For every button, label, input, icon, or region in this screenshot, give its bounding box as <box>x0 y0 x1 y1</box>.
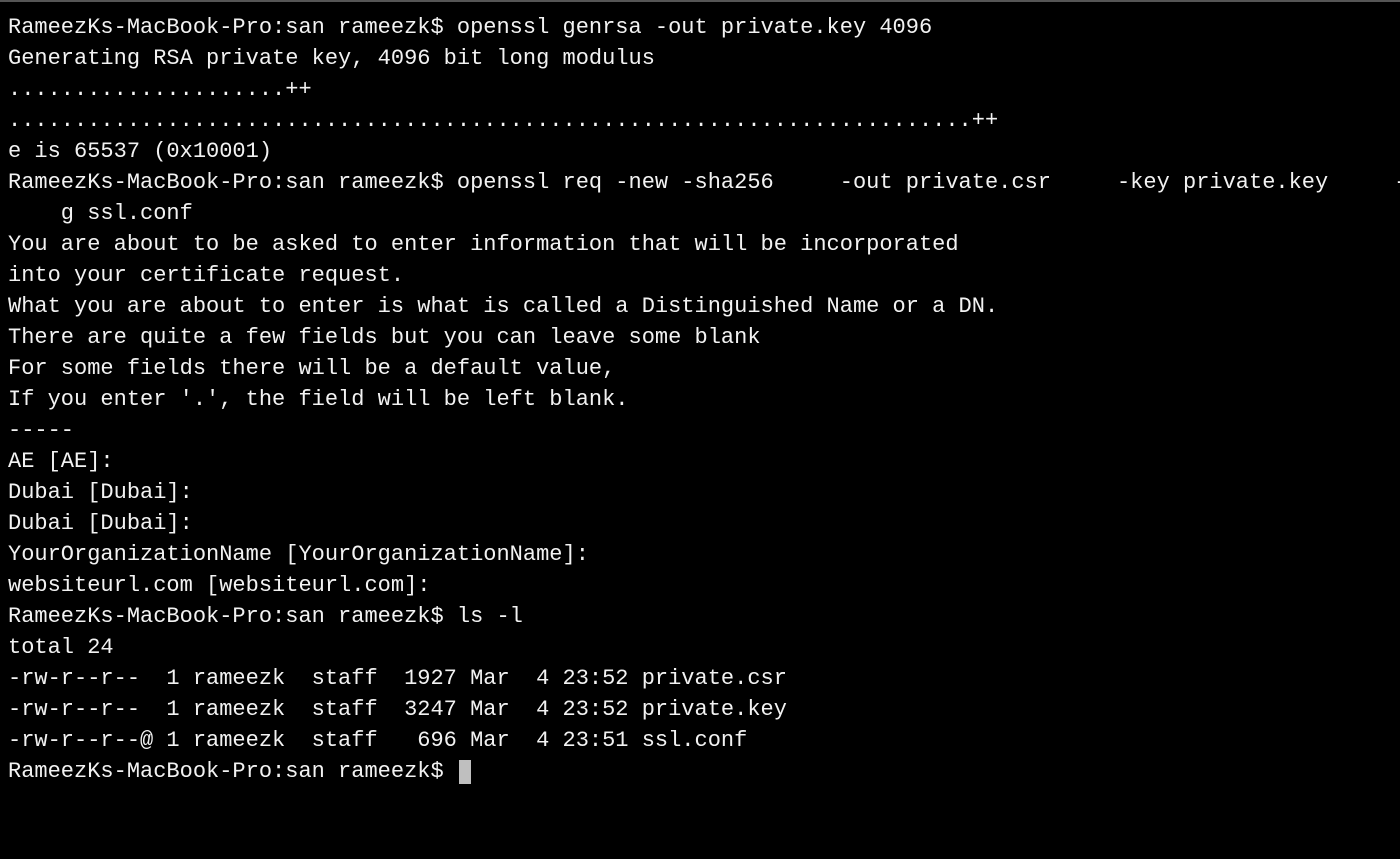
terminal-output-line: total 24 <box>8 632 1392 663</box>
terminal-output-line: There are quite a few fields but you can… <box>8 322 1392 353</box>
terminal-output-line: ----- <box>8 415 1392 446</box>
terminal-output-line: e is 65537 (0x10001) <box>8 136 1392 167</box>
terminal-output-line: -rw-r--r--@ 1 rameezk staff 696 Mar 4 23… <box>8 725 1392 756</box>
terminal-cursor <box>459 760 471 784</box>
terminal-output-line: Dubai [Dubai]: <box>8 477 1392 508</box>
terminal-output-line: If you enter '.', the field will be left… <box>8 384 1392 415</box>
terminal-prompt-line: RameezKs-MacBook-Pro:san rameezk$ openss… <box>8 12 1392 43</box>
terminal-window[interactable]: RameezKs-MacBook-Pro:san rameezk$ openss… <box>0 0 1400 859</box>
terminal-output-line: Generating RSA private key, 4096 bit lon… <box>8 43 1392 74</box>
terminal-output-line: What you are about to enter is what is c… <box>8 291 1392 322</box>
terminal-output-line: websiteurl.com [websiteurl.com]: <box>8 570 1392 601</box>
terminal-output-line: For some fields there will be a default … <box>8 353 1392 384</box>
terminal-output-line: .....................++ <box>8 74 1392 105</box>
terminal-output-line: YourOrganizationName [YourOrganizationNa… <box>8 539 1392 570</box>
terminal-output-line: -rw-r--r-- 1 rameezk staff 1927 Mar 4 23… <box>8 663 1392 694</box>
terminal-output-line: g ssl.conf <box>8 198 1392 229</box>
terminal-output-line: -rw-r--r-- 1 rameezk staff 3247 Mar 4 23… <box>8 694 1392 725</box>
terminal-prompt-line: RameezKs-MacBook-Pro:san rameezk$ ls -l <box>8 601 1392 632</box>
terminal-output-line: You are about to be asked to enter infor… <box>8 229 1392 260</box>
terminal-output-line: ........................................… <box>8 105 1392 136</box>
terminal-prompt-line: RameezKs-MacBook-Pro:san rameezk$ <box>8 756 1392 787</box>
terminal-output-line: into your certificate request. <box>8 260 1392 291</box>
terminal-output-line: AE [AE]: <box>8 446 1392 477</box>
terminal-prompt-line: RameezKs-MacBook-Pro:san rameezk$ openss… <box>8 167 1392 198</box>
terminal-output-line: Dubai [Dubai]: <box>8 508 1392 539</box>
